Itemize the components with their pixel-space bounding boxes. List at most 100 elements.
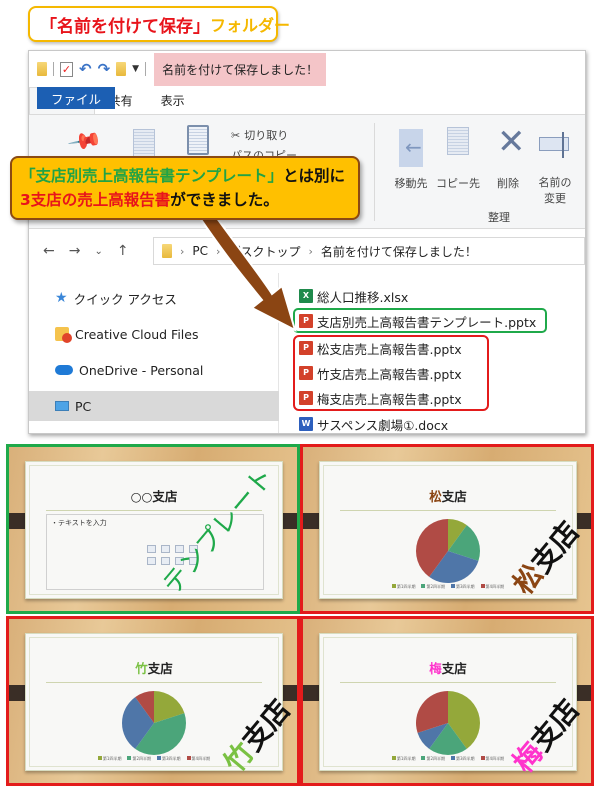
rename-label-2: 変更: [544, 192, 566, 205]
onedrive-cloud-icon: [55, 365, 73, 375]
back-arrow-icon[interactable]: ←: [43, 243, 55, 259]
legend-item: 第2四半期: [421, 756, 445, 762]
slide-thumbnail-ume: 梅支店 第1四半期 第2四半期 第3四半期 第4四半期 梅支店: [300, 616, 594, 786]
breadcrumb-desktop[interactable]: デスクトップ: [228, 243, 300, 260]
file-name: 竹支店売上高報告書.pptx: [317, 366, 462, 382]
powerpoint-file-icon: P: [299, 314, 313, 328]
tab-view[interactable]: 表示: [147, 87, 199, 114]
sidebar-item-onedrive[interactable]: OneDrive - Personal: [29, 355, 279, 385]
branch-suffix: 支店: [441, 489, 467, 504]
file-item[interactable]: P 梅支店売上高報告書.pptx: [299, 387, 462, 409]
tab-file[interactable]: ファイル: [37, 87, 116, 109]
sidebar-item-label: PC: [75, 398, 92, 414]
slide-thumbnail-template: ○○支店 ・テキストを入力 テンプレート: [6, 444, 300, 614]
callout-reports: 3支店の売上高報告書: [20, 191, 171, 209]
slide: ○○支店 ・テキストを入力: [25, 461, 283, 599]
move-to-icon[interactable]: [399, 129, 423, 167]
forward-arrow-icon[interactable]: →: [69, 243, 81, 259]
legend-label: 第2四半期: [132, 756, 151, 761]
sidebar-item-label: Creative Cloud Files: [75, 326, 199, 342]
paste-icon[interactable]: [187, 125, 209, 155]
up-arrow-icon[interactable]: ↑: [117, 243, 129, 259]
pin-icon[interactable]: 📌: [66, 123, 103, 159]
move-to-button[interactable]: 移動先: [381, 175, 441, 191]
navigation-bar: ← → ⌄ ↑ › PC › デスクトップ › 名前を付けて保存しました！: [29, 229, 585, 273]
file-item[interactable]: X 総人口推移.xlsx: [299, 285, 408, 307]
slide-title: 梅支店: [320, 658, 576, 677]
undo-icon[interactable]: ↶: [79, 60, 92, 78]
cut-button[interactable]: ✂ 切り取り: [231, 127, 288, 143]
sidebar-item-label: クイック アクセス: [73, 291, 177, 307]
rename-label-1: 名前の: [538, 176, 572, 189]
delete-icon[interactable]: ✕: [497, 125, 526, 159]
file-name: 梅支店売上高報告書.pptx: [317, 391, 462, 407]
picture-icon: [147, 557, 156, 565]
file-item[interactable]: P 支店別売上高報告書テンプレート.pptx: [299, 310, 536, 332]
legend-item: 第4四半期: [480, 584, 504, 590]
copy-icon[interactable]: [133, 129, 155, 157]
customize-dropdown-icon[interactable]: ▼: [132, 64, 139, 74]
branch-kanji: 松: [429, 489, 442, 504]
breadcrumb-current-folder[interactable]: 名前を付けて保存しました！: [321, 243, 477, 260]
legend-label: 第3四半期: [456, 756, 475, 761]
legend-label: 第1四半期: [102, 756, 122, 761]
file-name: 松支店売上高報告書.pptx: [317, 341, 462, 357]
sidebar-item-pc[interactable]: PC: [29, 391, 279, 421]
organize-group-label: 整理: [488, 211, 510, 224]
legend-label: 第3四半期: [456, 584, 475, 589]
chart-icon: [161, 545, 170, 553]
file-name: サスペンス劇場①.docx: [317, 417, 449, 433]
legend-item: 第3四半期: [451, 584, 475, 590]
delete-button[interactable]: 削除: [493, 175, 523, 191]
new-folder-icon[interactable]: [116, 62, 127, 76]
breadcrumb-pc[interactable]: PC: [192, 244, 208, 258]
copy-to-icon[interactable]: [447, 127, 469, 155]
legend-label: 第4四半期: [485, 756, 505, 761]
rename-button[interactable]: 名前の 変更: [533, 175, 577, 207]
folder-icon[interactable]: [37, 62, 47, 76]
properties-icon[interactable]: ✓: [60, 61, 73, 77]
slide-thumbnail-take: 竹支店 第1四半期 第2四半期 第3四半期 第4四半期 竹支店: [6, 616, 300, 786]
slide: 松支店 第1四半期 第2四半期 第3四半期 第4四半期: [319, 461, 577, 599]
file-item[interactable]: P 竹支店売上高報告書.pptx: [299, 362, 462, 384]
page-heading: 「名前を付けて保存」 フォルダー: [28, 6, 290, 42]
legend-swatch: [480, 584, 485, 588]
icon-insert-icon: [189, 557, 198, 565]
excel-file-icon: X: [299, 289, 313, 303]
branch-suffix: 支店: [147, 661, 173, 676]
callout-line-2: 3支店の売上高報告書ができました。: [20, 188, 350, 212]
callout-template-name: 「支店別売上高報告書テンプレート」: [20, 167, 284, 185]
pie-chart-matsu: [416, 519, 480, 583]
rename-icon[interactable]: [539, 132, 569, 158]
chevron-right-icon: ›: [180, 244, 185, 258]
chart-legend: 第1四半期 第2四半期 第3四半期 第4四半期: [26, 756, 282, 762]
scissors-icon: ✂: [231, 128, 241, 142]
sidebar-item-quick-access[interactable]: ★ クイック アクセス: [29, 283, 279, 313]
star-icon: ★: [55, 290, 68, 306]
ribbon-tabs: ファイル ホーム 共有 表示: [29, 87, 585, 115]
slide: 梅支店 第1四半期 第2四半期 第3四半期 第4四半期: [319, 633, 577, 771]
legend-swatch: [186, 756, 191, 760]
navigation-pane: ★ クイック アクセス Creative Cloud Files OneDriv…: [29, 273, 279, 433]
legend-swatch: [421, 584, 426, 588]
insert-content-icons: [147, 545, 201, 565]
legend-label: 第3四半期: [162, 756, 181, 761]
chevron-right-icon: ›: [308, 244, 313, 258]
branch-suffix: 支店: [441, 661, 467, 676]
heading-folder-name: 「名前を付けて保存」: [40, 16, 210, 37]
file-item[interactable]: P 松支店売上高報告書.pptx: [299, 337, 462, 359]
powerpoint-file-icon: P: [299, 391, 313, 405]
legend-item: 第1四半期: [391, 756, 415, 762]
title-rule: [46, 682, 262, 683]
redo-icon[interactable]: ↷: [98, 60, 111, 78]
sidebar-item-creative-cloud[interactable]: Creative Cloud Files: [29, 319, 279, 349]
legend-swatch: [391, 756, 396, 760]
title-rule: [340, 682, 556, 683]
file-item[interactable]: W サスペンス劇場①.docx: [299, 413, 449, 433]
copy-to-button[interactable]: コピー先: [433, 175, 483, 191]
address-bar[interactable]: › PC › デスクトップ › 名前を付けて保存しました！: [153, 237, 585, 265]
recent-locations-icon[interactable]: ⌄: [94, 246, 102, 257]
explanation-callout: 「支店別売上高報告書テンプレート」とは別に 3支店の売上高報告書ができました。: [10, 156, 360, 220]
legend-swatch: [391, 584, 396, 588]
pc-icon: [55, 401, 69, 411]
